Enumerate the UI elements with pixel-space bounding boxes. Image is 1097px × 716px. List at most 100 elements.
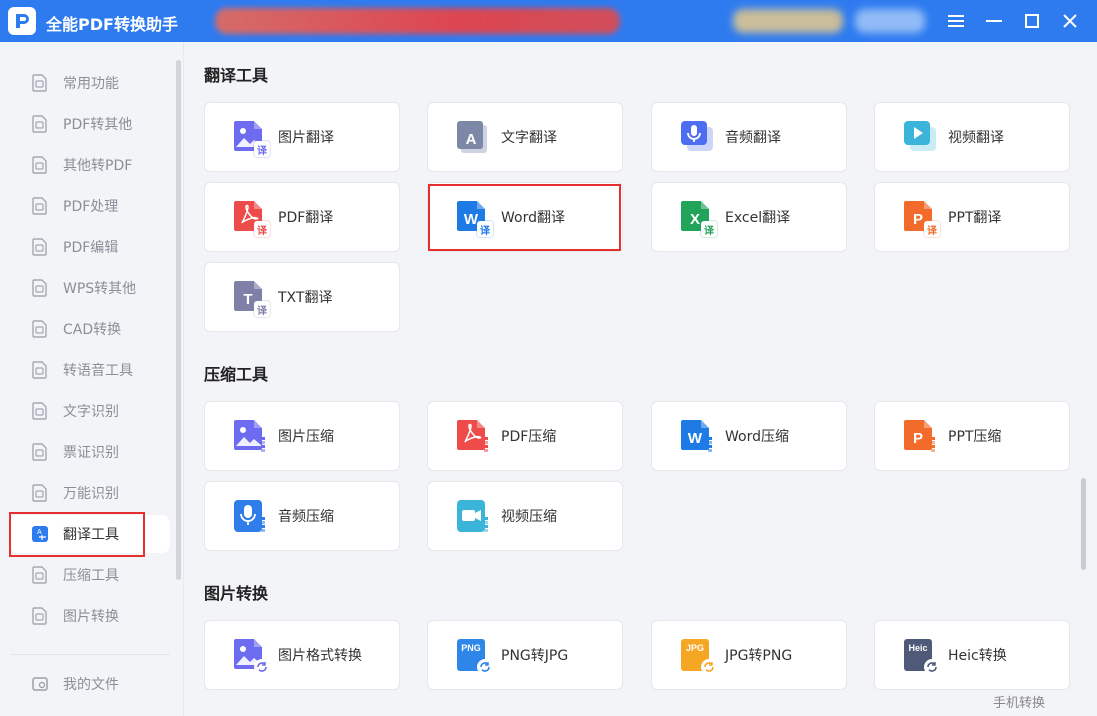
main-scrollbar[interactable]: [1081, 478, 1086, 570]
tool-card-label: TXT翻译: [278, 290, 333, 306]
highlight-box-word-translate: [428, 184, 621, 251]
svg-text:X: X: [690, 211, 700, 228]
tool-card-heic[interactable]: Heic Heic转换: [874, 620, 1070, 690]
txt-translate-icon: T 译: [232, 279, 270, 317]
tool-card-label: 图片翻译: [278, 130, 334, 146]
tool-card-label: 音频压缩: [278, 509, 334, 525]
sidebar-item-my-files[interactable]: 我的文件: [10, 665, 170, 703]
tool-card-image-format[interactable]: 图片格式转换: [204, 620, 400, 690]
sidebar-item-home[interactable]: 常用功能: [10, 64, 170, 102]
tool-card-ppt-translate[interactable]: P 译 PPT翻译: [874, 182, 1070, 252]
tool-card-video-compress[interactable]: 视频压缩: [427, 481, 623, 551]
sidebar-item-label: 文字识别: [63, 404, 119, 420]
sidebar-item-cad[interactable]: CAD转换: [10, 310, 170, 348]
user-account[interactable]: [733, 9, 843, 33]
sidebar-item-label: CAD转换: [63, 322, 122, 338]
cad-icon: [30, 319, 50, 339]
voice-icon: [30, 360, 50, 380]
sidebar-item-label: WPS转其他: [63, 281, 137, 297]
pdf-import-icon: [30, 155, 50, 175]
highlight-box-sidebar: [9, 512, 145, 557]
heic-icon: Heic: [902, 637, 940, 675]
svg-text:T: T: [243, 291, 252, 308]
sidebar-item-pdf-edit[interactable]: PDF编辑: [10, 228, 170, 266]
sidebar-item-label: 常用功能: [63, 76, 119, 92]
sidebar-item-ticket[interactable]: 票证识别: [10, 433, 170, 471]
sidebar-item-label: 万能识别: [63, 486, 119, 502]
vip-badge[interactable]: [855, 9, 925, 33]
sidebar-divider: [10, 654, 170, 655]
tool-card-excel-translate[interactable]: X 译 Excel翻译: [651, 182, 847, 252]
sidebar-item-voice[interactable]: 转语音工具: [10, 351, 170, 389]
tool-card-label: PNG转JPG: [501, 648, 569, 664]
image-format-icon: [232, 637, 270, 675]
app-logo-icon: [8, 7, 36, 35]
folder-icon: [30, 674, 50, 694]
promo-banner[interactable]: [215, 8, 620, 34]
tool-card-image-translate[interactable]: 译 图片翻译: [204, 102, 400, 172]
tool-card-pdf-compress[interactable]: PDF压缩: [427, 401, 623, 471]
wps-icon: [30, 278, 50, 298]
main-content: 翻译工具 译 图片翻译 A 文字翻译 音频翻译 视频翻译 译 PDF翻译 W 译 …: [185, 42, 1097, 716]
jpg-to-png-icon: JPG: [679, 637, 717, 675]
tool-card-txt-translate[interactable]: T 译 TXT翻译: [204, 262, 400, 332]
excel-translate-icon: X 译: [679, 199, 717, 237]
menu-icon[interactable]: [944, 9, 968, 33]
svg-text:A: A: [466, 131, 477, 148]
pdf-process-icon: [30, 196, 50, 216]
image-translate-icon: 译: [232, 119, 270, 157]
sidebar-item-compress[interactable]: 压缩工具: [10, 556, 170, 594]
sidebar-scrollbar[interactable]: [176, 60, 181, 580]
title-bar: 全能PDF转换助手: [0, 0, 1097, 42]
sidebar-item-pdf-export[interactable]: PDF转其他: [10, 105, 170, 143]
tool-card-label: PPT压缩: [948, 429, 1002, 445]
tool-card-audio-compress[interactable]: 音频压缩: [204, 481, 400, 551]
pdf-export-icon: [30, 114, 50, 134]
tool-card-png-to-jpg[interactable]: PNG PNG转JPG: [427, 620, 623, 690]
tool-card-label: 视频压缩: [501, 509, 557, 525]
text-translate-icon: A: [455, 119, 491, 155]
sidebar-item-pdf-process[interactable]: PDF处理: [10, 187, 170, 225]
sidebar-item-pdf-import[interactable]: 其他转PDF: [10, 146, 170, 184]
pdf-translate-icon: 译: [232, 199, 270, 237]
minimize-icon[interactable]: [982, 9, 1006, 33]
tool-card-label: Excel翻译: [725, 210, 791, 226]
sidebar: 常用功能 PDF转其他 其他转PDF PDF处理 PDF编辑 WPS转其他 CA…: [0, 42, 184, 716]
tool-card-video-translate[interactable]: 视频翻译: [874, 102, 1070, 172]
tool-card-word-compress[interactable]: W Word压缩: [651, 401, 847, 471]
section-title: 压缩工具: [204, 365, 269, 384]
sidebar-item-ocr[interactable]: 文字识别: [10, 392, 170, 430]
tool-card-pdf-translate[interactable]: 译 PDF翻译: [204, 182, 400, 252]
sidebar-item-label: PDF处理: [63, 199, 119, 215]
tool-card-ppt-compress[interactable]: P PPT压缩: [874, 401, 1070, 471]
tool-card-label: 视频翻译: [948, 130, 1004, 146]
tool-card-label: 图片压缩: [278, 429, 334, 445]
pdf-compress-icon: [455, 418, 491, 454]
svg-text:P: P: [913, 211, 923, 228]
word-compress-icon: W: [679, 418, 715, 454]
tool-card-audio-translate[interactable]: 音频翻译: [651, 102, 847, 172]
svg-text:Heic: Heic: [908, 643, 927, 653]
close-icon[interactable]: [1058, 9, 1082, 33]
maximize-icon[interactable]: [1020, 9, 1044, 33]
tool-card-jpg-to-png[interactable]: JPG JPG转PNG: [651, 620, 847, 690]
audio-compress-icon: [232, 498, 268, 534]
tool-card-label: JPG转PNG: [725, 648, 793, 664]
tool-card-label: 文字翻译: [501, 130, 557, 146]
ppt-compress-icon: P: [902, 418, 938, 454]
sidebar-item-wps[interactable]: WPS转其他: [10, 269, 170, 307]
sidebar-item-universal-ocr[interactable]: 万能识别: [10, 474, 170, 512]
phone-convert-link[interactable]: 手机转换: [993, 692, 1045, 711]
sidebar-item-image-convert[interactable]: 图片转换: [10, 597, 170, 635]
app-title: 全能PDF转换助手: [46, 15, 178, 34]
video-translate-icon: [902, 119, 938, 155]
ticket-icon: [30, 442, 50, 462]
tool-card-label: 图片格式转换: [278, 648, 362, 664]
image-compress-icon: [232, 418, 268, 454]
svg-text:P: P: [913, 430, 923, 447]
tool-card-text-translate[interactable]: A 文字翻译: [427, 102, 623, 172]
tool-card-image-compress[interactable]: 图片压缩: [204, 401, 400, 471]
sidebar-item-label: 转语音工具: [63, 363, 133, 379]
video-compress-icon: [455, 498, 491, 534]
tool-card-label: PPT翻译: [948, 210, 1002, 226]
